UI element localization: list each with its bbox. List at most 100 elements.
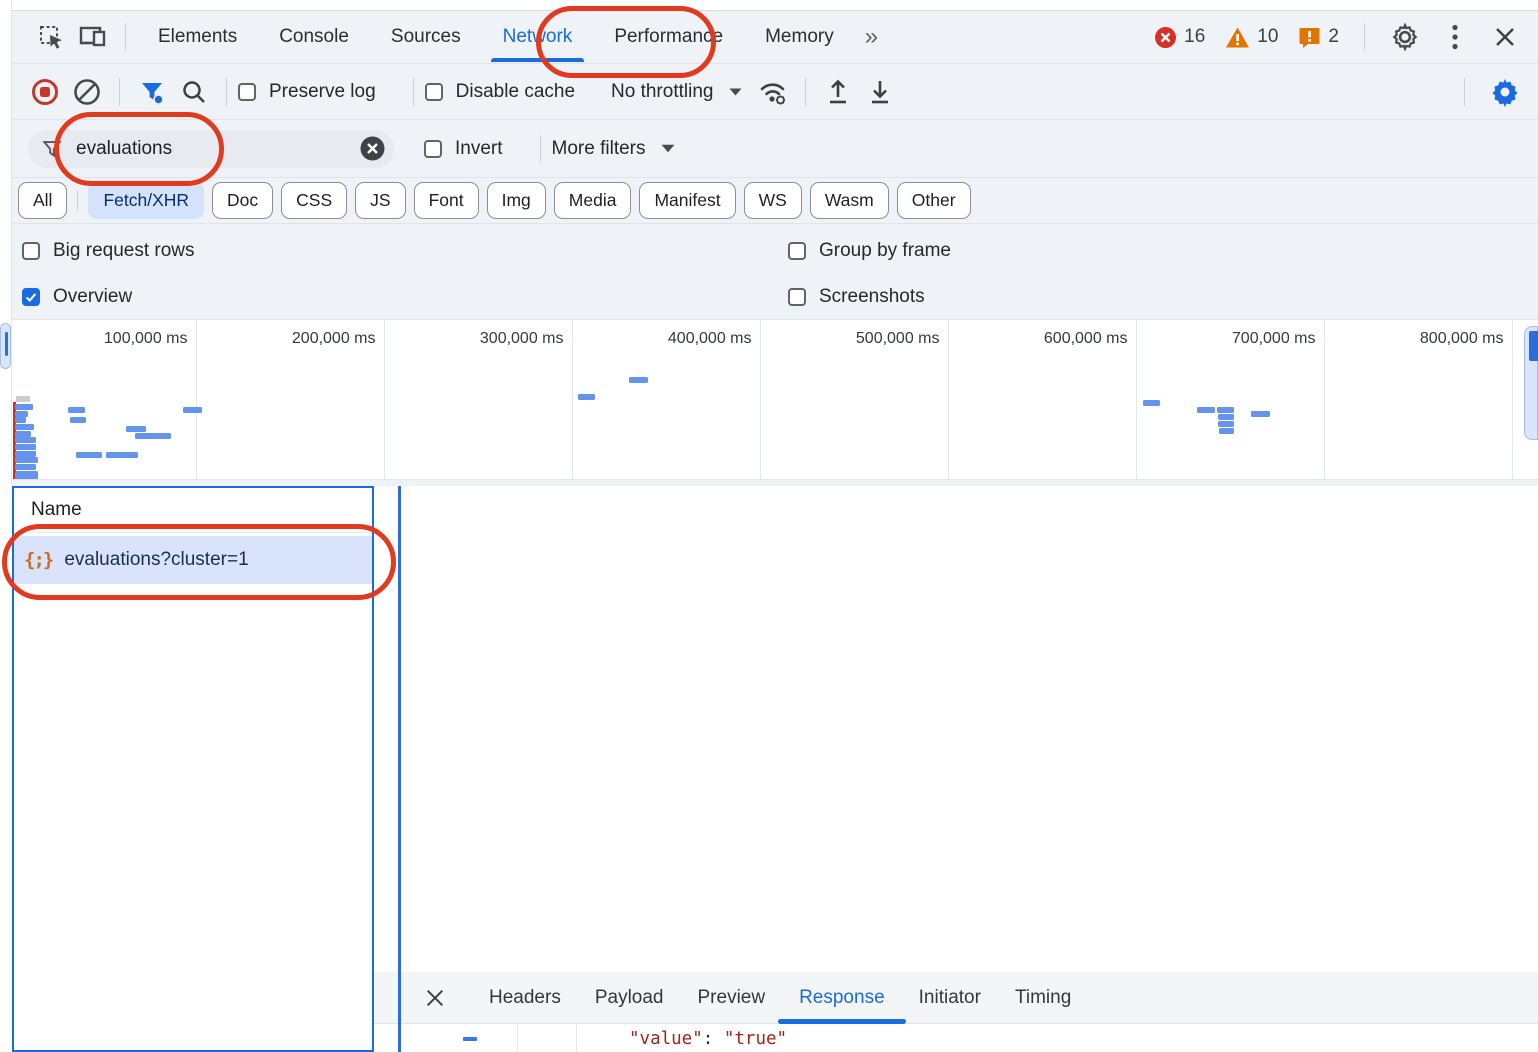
- error-icon: [1154, 26, 1177, 49]
- warning-icon: [1225, 26, 1250, 49]
- throttling-dropdown[interactable]: No throttling: [611, 81, 742, 103]
- gridline: [1324, 320, 1325, 479]
- divider: [119, 78, 120, 106]
- network-overview-timeline[interactable]: 100,000 ms200,000 ms300,000 ms400,000 ms…: [12, 320, 1538, 480]
- details-tabs: HeadersPayloadPreviewResponseInitiatorTi…: [472, 972, 1088, 1023]
- gridline: [760, 320, 761, 479]
- gridline: [948, 320, 949, 479]
- divider: [805, 78, 806, 106]
- import-har-icon[interactable]: [817, 72, 859, 112]
- export-har-icon[interactable]: [859, 72, 901, 112]
- screenshots-checkbox[interactable]: [788, 288, 806, 306]
- filter-chip-manifest[interactable]: Manifest: [639, 182, 735, 219]
- issues-badge[interactable]: 2: [1298, 26, 1339, 49]
- record-network-log-button[interactable]: [24, 72, 66, 112]
- details-tab-initiator[interactable]: Initiator: [902, 972, 998, 1023]
- close-devtools-icon[interactable]: [1484, 17, 1526, 57]
- filter-chip-ws[interactable]: WS: [744, 182, 802, 219]
- tab-console[interactable]: Console: [258, 11, 370, 63]
- console-warnings-badge[interactable]: 10: [1225, 26, 1278, 49]
- network-options: Big request rows Group by frame Overview…: [12, 224, 1538, 320]
- close-details-icon[interactable]: [420, 983, 450, 1013]
- more-filters-dropdown[interactable]: More filters: [552, 138, 675, 160]
- tab-sources[interactable]: Sources: [370, 11, 482, 63]
- console-errors-badge[interactable]: 16: [1154, 26, 1205, 49]
- filter-chip-other[interactable]: Other: [897, 182, 971, 219]
- time-tick-label: 400,000 ms: [668, 330, 752, 348]
- request-row[interactable]: {;} evaluations?cluster=1: [14, 536, 372, 584]
- filter-input[interactable]: evaluations: [28, 130, 394, 168]
- waterfall-bar: [15, 411, 28, 417]
- clear-network-log-button[interactable]: [66, 72, 108, 112]
- details-tab-payload[interactable]: Payload: [578, 972, 681, 1023]
- details-tab-headers[interactable]: Headers: [472, 972, 578, 1023]
- request-details-tabbar: HeadersPayloadPreviewResponseInitiatorTi…: [374, 972, 1538, 1024]
- filter-input-value: evaluations: [76, 138, 359, 160]
- filter-icon[interactable]: [131, 72, 173, 112]
- network-conditions-icon[interactable]: [752, 72, 794, 112]
- big-request-rows-checkbox[interactable]: [22, 242, 40, 260]
- filter-chip-js[interactable]: JS: [355, 182, 405, 219]
- time-tick-label: 200,000 ms: [292, 330, 376, 348]
- kebab-menu-icon[interactable]: [1434, 17, 1476, 57]
- waterfall-bar: [1219, 428, 1234, 434]
- disable-cache-label: Disable cache: [456, 81, 575, 103]
- preserve-log-checkbox[interactable]: [238, 83, 256, 101]
- overview-right-handle[interactable]: [1524, 326, 1538, 440]
- fold-marker[interactable]: [463, 1037, 477, 1041]
- waterfall-bar: [15, 437, 36, 443]
- devtools-tabbar: ElementsConsoleSourcesNetworkPerformance…: [12, 10, 1538, 64]
- waterfall-bar: [578, 394, 595, 400]
- details-tab-response[interactable]: Response: [782, 972, 902, 1023]
- waterfall-bar: [15, 451, 36, 457]
- details-tab-timing[interactable]: Timing: [998, 972, 1088, 1023]
- time-tick-label: 300,000 ms: [480, 330, 564, 348]
- invert-filter-checkbox[interactable]: [424, 140, 442, 158]
- search-icon[interactable]: [173, 72, 215, 112]
- inspect-element-button[interactable]: [30, 17, 72, 57]
- filter-chip-fetch-xhr[interactable]: Fetch/XHR: [88, 182, 204, 219]
- filter-chip-css[interactable]: CSS: [281, 182, 347, 219]
- divider: [413, 78, 414, 106]
- settings-gear-icon[interactable]: [1384, 17, 1426, 57]
- response-code-viewer[interactable]: "value": "true"},{"flag": "PL_ADD_RBAC_C…: [401, 1024, 1538, 1052]
- tab-memory[interactable]: Memory: [744, 11, 855, 63]
- overview-checkbox[interactable]: [22, 288, 40, 306]
- chevron-down-icon: [729, 88, 742, 96]
- network-toolbar: Preserve log Disable cache No throttling: [12, 64, 1538, 120]
- clear-filter-icon[interactable]: [359, 135, 386, 162]
- waterfall-bar: [1197, 407, 1215, 413]
- panel-tabs: ElementsConsoleSourcesNetworkPerformance…: [137, 11, 855, 63]
- network-settings-gear-icon[interactable]: [1484, 72, 1526, 112]
- filter-chip-wasm[interactable]: Wasm: [810, 182, 889, 219]
- tab-performance[interactable]: Performance: [593, 11, 744, 63]
- json-file-icon: {;}: [24, 549, 52, 571]
- tab-network[interactable]: Network: [482, 11, 594, 63]
- filter-chip-font[interactable]: Font: [414, 182, 479, 219]
- waterfall-bar: [126, 426, 146, 432]
- waterfall-bar: [1143, 400, 1160, 406]
- filter-chip-img[interactable]: Img: [487, 182, 546, 219]
- divider: [1464, 78, 1465, 106]
- device-toolbar-button[interactable]: [72, 17, 114, 57]
- overview-left-handle[interactable]: [0, 323, 11, 369]
- disable-cache-checkbox[interactable]: [425, 83, 443, 101]
- waterfall-bar: [15, 404, 33, 410]
- tab-elements[interactable]: Elements: [137, 11, 258, 63]
- name-column-header[interactable]: Name: [14, 488, 372, 533]
- request-table: Name {;} evaluations?cluster=1: [12, 486, 374, 1052]
- details-tab-preview[interactable]: Preview: [681, 972, 783, 1023]
- filter-chip-media[interactable]: Media: [554, 182, 632, 219]
- waterfall-bar: [135, 433, 171, 439]
- group-by-frame-checkbox[interactable]: [788, 242, 806, 260]
- gridline: [572, 320, 573, 479]
- divider: [226, 78, 227, 106]
- panel-splitter[interactable]: [398, 486, 401, 1052]
- waterfall-bar: [68, 407, 85, 413]
- more-panels-icon[interactable]: »: [855, 23, 886, 51]
- filter-chip-doc[interactable]: Doc: [212, 182, 273, 219]
- divider: [1364, 23, 1365, 51]
- waterfall-bar: [76, 452, 102, 458]
- waterfall-bar: [15, 431, 31, 437]
- filter-chip-all[interactable]: All: [18, 182, 67, 219]
